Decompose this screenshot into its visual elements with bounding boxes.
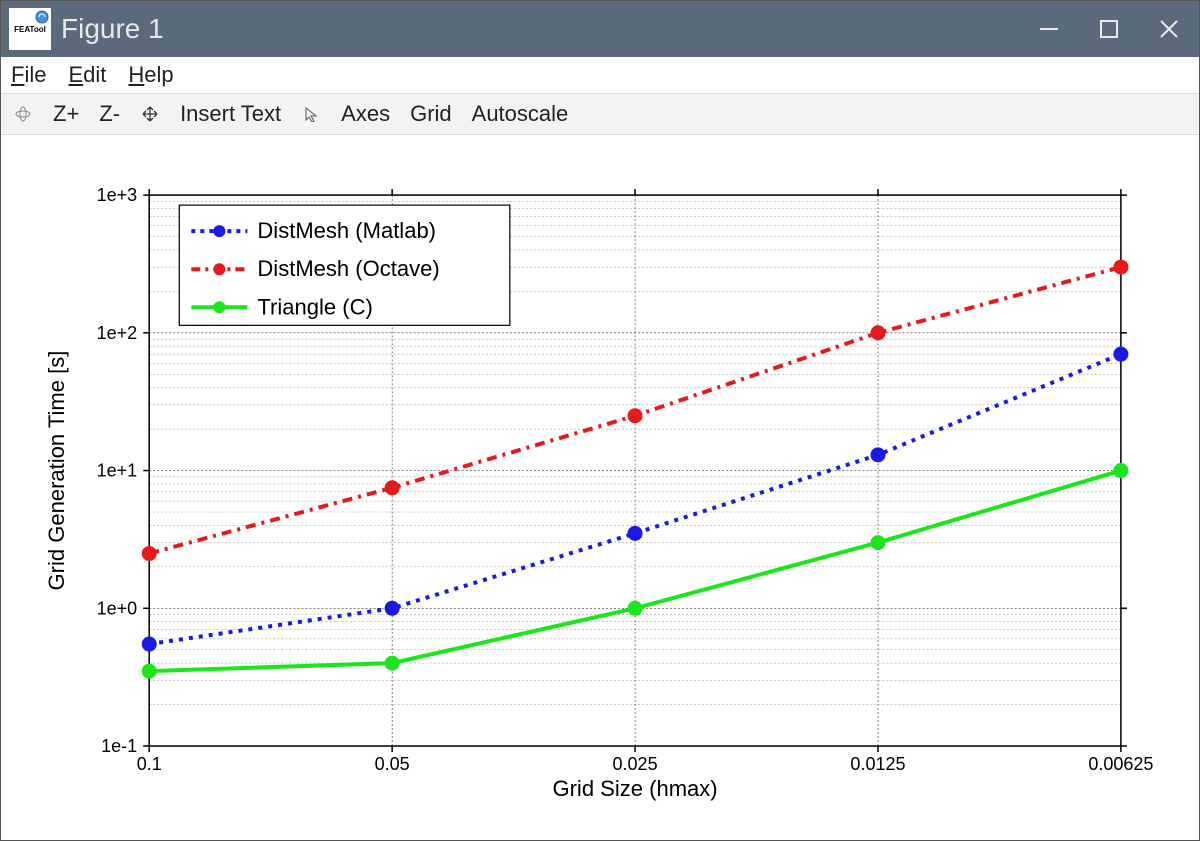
svg-text:1e+1: 1e+1 xyxy=(97,460,138,480)
svg-text:1e+2: 1e+2 xyxy=(97,323,138,343)
figure-window: FEATool Figure 1 File Edit Help Z+ Z- In… xyxy=(0,0,1200,841)
menu-file[interactable]: File xyxy=(11,62,46,88)
svg-text:1e+0: 1e+0 xyxy=(97,598,138,618)
pointer-icon[interactable] xyxy=(301,104,321,124)
svg-text:0.1: 0.1 xyxy=(137,754,162,774)
menubar: File Edit Help xyxy=(1,57,1199,93)
maximize-button[interactable] xyxy=(1079,1,1139,57)
menu-help[interactable]: Help xyxy=(128,62,173,88)
plot-area[interactable]: 1e-1 1e+0 1e+1 1e+2 1e+3 0.1 0.05 0.025 0.0125 0.… xyxy=(1,135,1199,840)
svg-text:DistMesh (Matlab): DistMesh (Matlab) xyxy=(257,218,436,243)
svg-text:0.0125: 0.0125 xyxy=(850,754,905,774)
window-title: Figure 1 xyxy=(61,13,1019,45)
pan-icon[interactable] xyxy=(140,104,160,124)
menu-edit[interactable]: Edit xyxy=(68,62,106,88)
titlebar: FEATool Figure 1 xyxy=(1,1,1199,57)
svg-text:0.00625: 0.00625 xyxy=(1088,754,1153,774)
svg-text:1e-1: 1e-1 xyxy=(101,736,137,756)
chart: 1e-1 1e+0 1e+1 1e+2 1e+3 0.1 0.05 0.025 0.0125 0.… xyxy=(19,145,1181,826)
svg-text:0.025: 0.025 xyxy=(613,754,658,774)
zoom-out-button[interactable]: Z- xyxy=(99,101,120,127)
svg-text:0.05: 0.05 xyxy=(375,754,410,774)
close-button[interactable] xyxy=(1139,1,1199,57)
svg-text:Triangle (C): Triangle (C) xyxy=(257,294,372,319)
axes-button[interactable]: Axes xyxy=(341,101,390,127)
toolbar: Z+ Z- Insert Text Axes Grid Autoscale xyxy=(1,93,1199,135)
insert-text-button[interactable]: Insert Text xyxy=(180,101,281,127)
zoom-in-button[interactable]: Z+ xyxy=(53,101,79,127)
app-logo: FEATool xyxy=(9,8,51,50)
svg-text:DistMesh (Octave): DistMesh (Octave) xyxy=(257,256,439,281)
minimize-button[interactable] xyxy=(1019,1,1079,57)
autoscale-button[interactable]: Autoscale xyxy=(472,101,569,127)
svg-text:Grid Size (hmax): Grid Size (hmax) xyxy=(552,776,717,801)
svg-text:1e+3: 1e+3 xyxy=(97,185,138,205)
grid-button[interactable]: Grid xyxy=(410,101,452,127)
rotate-3d-icon[interactable] xyxy=(13,104,33,124)
svg-text:Grid Generation Time [s]: Grid Generation Time [s] xyxy=(44,350,69,590)
